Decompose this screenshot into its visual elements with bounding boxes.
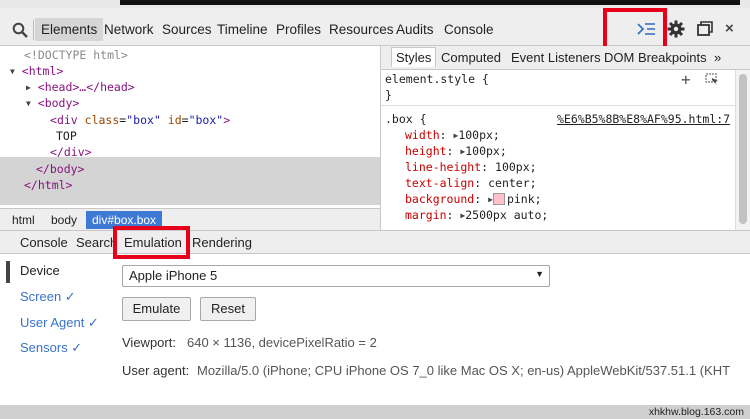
crumb-body[interactable]: body bbox=[45, 211, 83, 229]
toggle-state-icon[interactable] bbox=[705, 73, 719, 85]
html-close-node[interactable]: </html> bbox=[24, 178, 72, 192]
reset-button[interactable]: Reset bbox=[200, 297, 256, 321]
footer-bar: xhkhw.blog.163.com bbox=[0, 405, 750, 419]
tab-audits[interactable]: Audits bbox=[396, 22, 434, 37]
html-node[interactable]: ▼ <html> bbox=[10, 64, 63, 78]
viewport-label: Viewport: bbox=[122, 335, 176, 350]
tab-dom-breakpoints[interactable]: DOM Breakpoints bbox=[604, 50, 707, 65]
nav-sensors[interactable]: Sensors ✓ bbox=[20, 340, 82, 356]
nav-screen[interactable]: Screen ✓ bbox=[20, 289, 76, 305]
user-agent-value[interactable]: Mozilla/5.0 (iPhone; CPU iPhone OS 7_0 l… bbox=[197, 363, 730, 378]
crumb-html[interactable]: html bbox=[6, 211, 41, 229]
emulate-button[interactable]: Emulate bbox=[122, 297, 191, 321]
tab-timeline[interactable]: Timeline bbox=[217, 22, 268, 37]
color-swatch[interactable] bbox=[492, 193, 505, 205]
chevron-down-icon: ▼ bbox=[535, 269, 544, 279]
tab-profiles[interactable]: Profiles bbox=[276, 22, 321, 37]
device-select[interactable]: Apple iPhone 5 ▼ bbox=[122, 265, 550, 287]
styles-pane: element.style { + } .box { %E6%B5%8B%E8%… bbox=[381, 70, 735, 230]
tab-network[interactable]: Network bbox=[104, 22, 154, 37]
drawer-tab-search[interactable]: Search bbox=[76, 235, 117, 250]
prop-line-height[interactable]: line-height: 100px; bbox=[405, 160, 537, 174]
element-style-close: } bbox=[385, 88, 392, 102]
drawer-tab-rendering[interactable]: Rendering bbox=[192, 235, 252, 250]
dom-tree: <!DOCTYPE html> ▼ <html> ▶ <head>…</head… bbox=[0, 46, 380, 210]
emulation-nav: Device Screen ✓ User Agent ✓ Sensors ✓ bbox=[0, 255, 112, 405]
tab-computed[interactable]: Computed bbox=[441, 50, 501, 65]
drawer-tab-console[interactable]: Console bbox=[20, 235, 68, 250]
rule-selector: .box { bbox=[385, 112, 427, 126]
tab-styles[interactable]: Styles bbox=[391, 47, 437, 67]
breadcrumb: html body div#box.box bbox=[0, 208, 380, 230]
body-close-node[interactable]: </body> bbox=[36, 162, 84, 176]
close-icon[interactable]: × bbox=[725, 20, 734, 37]
nav-device[interactable]: Device bbox=[20, 263, 60, 278]
prop-height[interactable]: height: ▶100px; bbox=[405, 144, 507, 158]
add-rule-icon[interactable]: + bbox=[681, 70, 691, 89]
head-node[interactable]: ▶ <head>…</head> bbox=[26, 80, 135, 94]
prop-background[interactable]: background: ▶ pink; bbox=[405, 192, 542, 206]
tab-sources[interactable]: Sources bbox=[162, 22, 212, 37]
dock-icon[interactable] bbox=[697, 21, 713, 37]
div-node[interactable]: <div class="box" id="box"> bbox=[50, 113, 230, 127]
tab-resources[interactable]: Resources bbox=[329, 22, 394, 37]
rule-source-link[interactable]: %E6%B5%8B%E8%AF%95.html:7 bbox=[557, 112, 730, 126]
window-top-strip bbox=[0, 0, 750, 8]
tab-elements[interactable]: Elements bbox=[35, 18, 104, 41]
search-icon[interactable] bbox=[12, 22, 28, 38]
gear-icon[interactable] bbox=[667, 20, 685, 38]
element-style-selector: element.style { bbox=[385, 72, 489, 86]
div-close-node[interactable]: </div> bbox=[50, 145, 92, 159]
nav-user-agent[interactable]: User Agent ✓ bbox=[20, 315, 99, 331]
doctype-node: <!DOCTYPE html> bbox=[24, 48, 128, 62]
device-select-value: Apple iPhone 5 bbox=[129, 268, 218, 283]
viewport-value: 640 × 1136, devicePixelRatio = 2 bbox=[187, 335, 377, 350]
sidebar-tabs: Styles Computed Event Listeners DOM Brea… bbox=[381, 46, 750, 70]
styles-scrollbar[interactable] bbox=[735, 70, 750, 230]
prop-width[interactable]: width: ▶100px; bbox=[405, 128, 500, 142]
prop-margin[interactable]: margin: ▶2500px auto; bbox=[405, 208, 548, 222]
emulation-tab-highlight bbox=[113, 226, 190, 259]
user-agent-label: User agent: bbox=[122, 363, 190, 378]
tab-console[interactable]: Console bbox=[444, 22, 494, 37]
more-tabs-icon[interactable]: » bbox=[714, 50, 721, 65]
text-node[interactable]: TOP bbox=[56, 129, 77, 143]
tab-event-listeners[interactable]: Event Listeners bbox=[511, 50, 601, 65]
prop-text-align[interactable]: text-align: center; bbox=[405, 176, 537, 190]
body-node[interactable]: ▼ <body> bbox=[26, 96, 79, 110]
watermark: xhkhw.blog.163.com bbox=[648, 406, 744, 418]
